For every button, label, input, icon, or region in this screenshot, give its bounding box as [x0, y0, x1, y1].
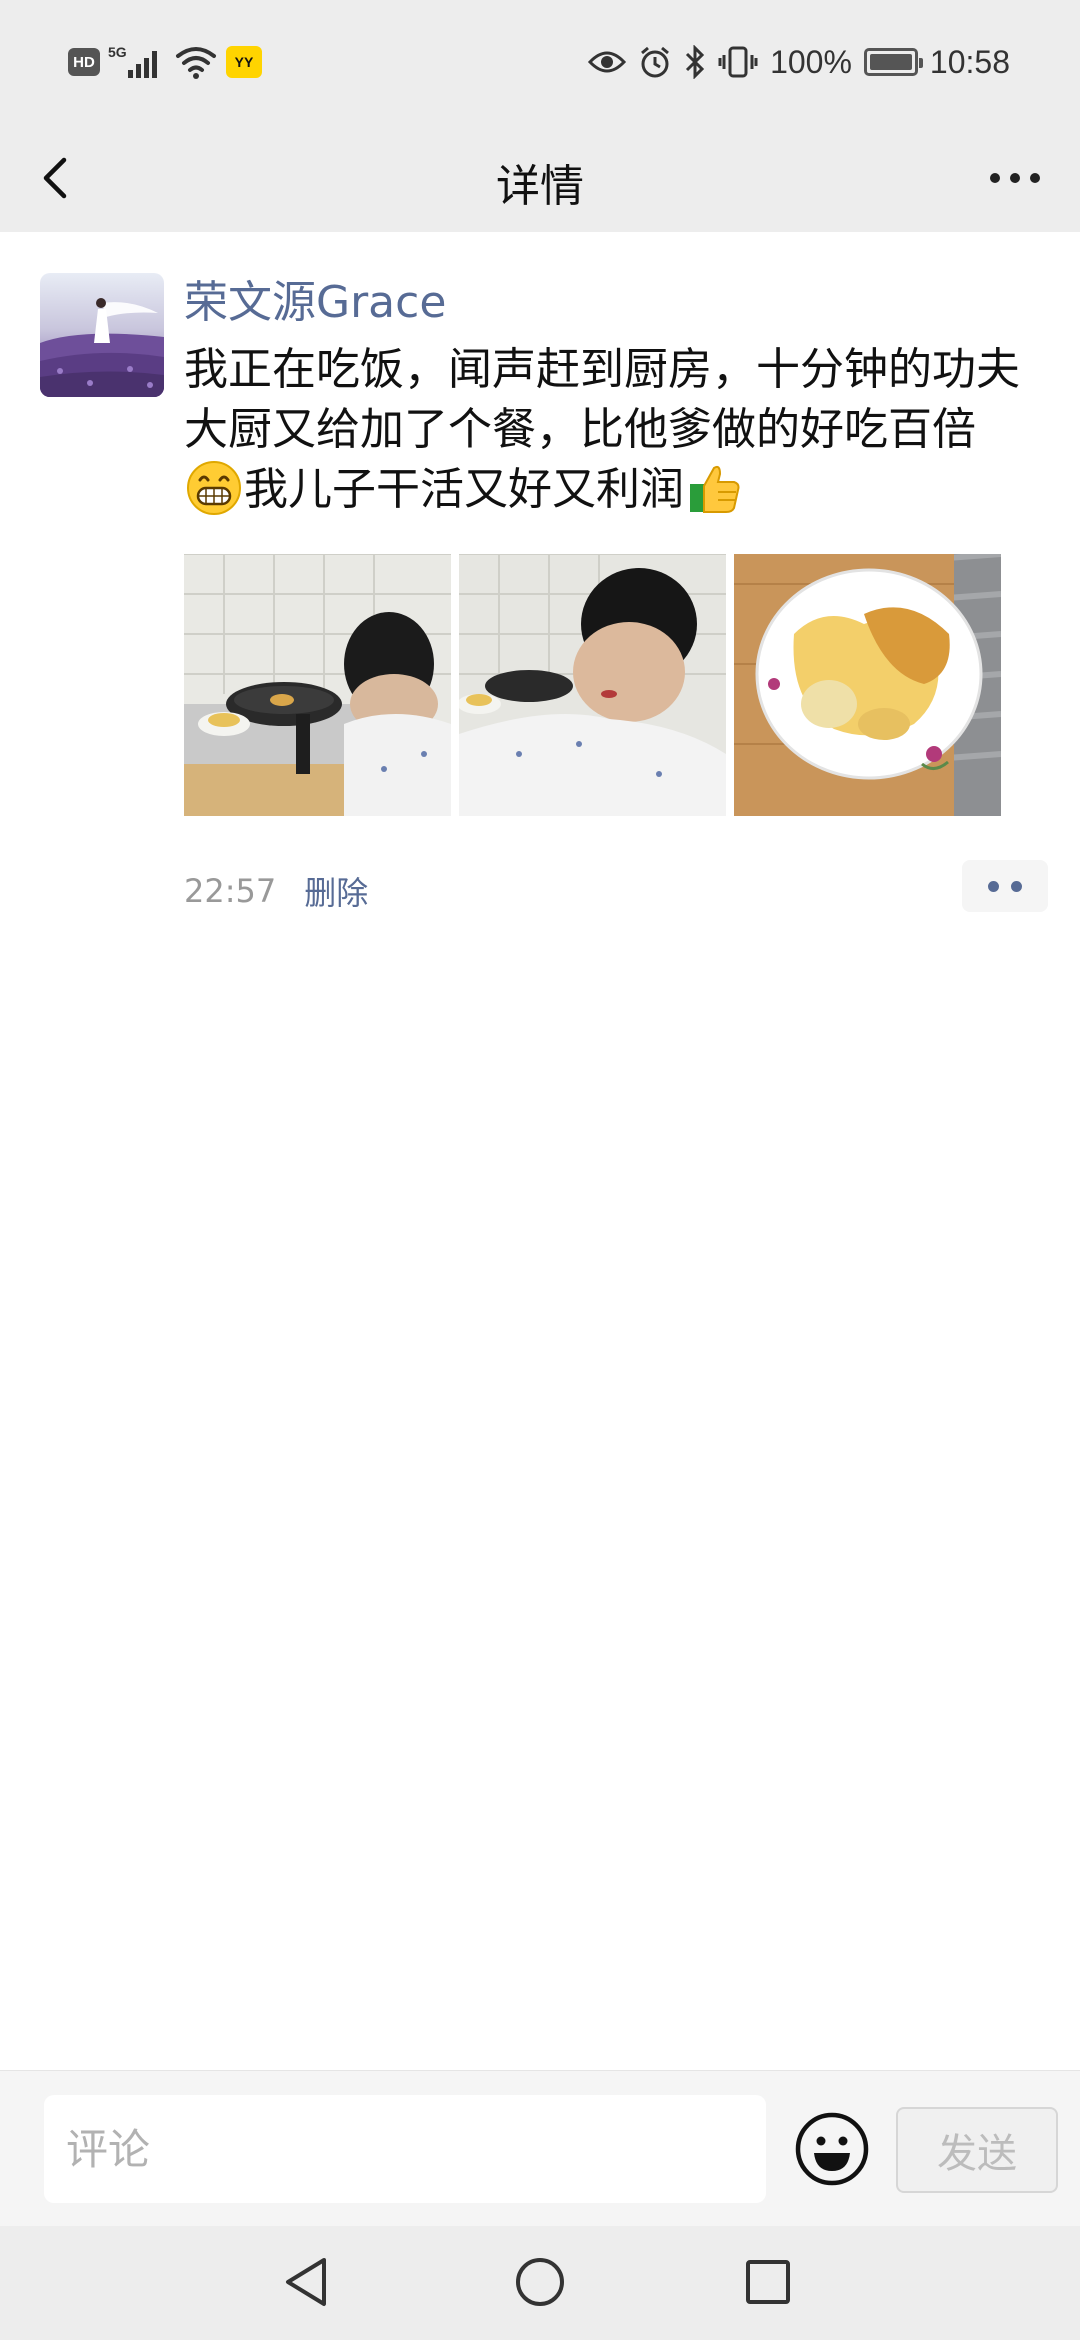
post-image-3[interactable]: [734, 554, 1001, 816]
author-name[interactable]: 荣文源Grace: [184, 270, 1040, 336]
yy-app-icon: YY: [226, 46, 262, 78]
nav-back-button[interactable]: [278, 2252, 338, 2312]
nav-recents-button[interactable]: [738, 2252, 798, 2312]
vibrate-icon: [718, 46, 758, 78]
bluetooth-icon: [686, 45, 705, 79]
battery-icon: [863, 48, 923, 76]
nav-home-icon: [516, 2258, 564, 2306]
delete-link[interactable]: 删除: [304, 868, 368, 914]
title-bar: 详情: [0, 124, 1080, 232]
post-meta: 22:57 删除: [184, 868, 368, 914]
post-image-2[interactable]: [459, 554, 726, 816]
post-text-part2: 我儿子干活又好又利润: [244, 464, 684, 515]
eye-icon: [588, 51, 627, 73]
post-text-part1: 我正在吃饭，闻声赶到厨房，十分钟的功夫大厨又给加了个餐，比他爹做的好吃百倍: [184, 344, 1020, 455]
page-title: 详情: [496, 161, 584, 212]
avatar[interactable]: [40, 273, 164, 397]
nav-home-button[interactable]: [510, 2252, 570, 2312]
post-images: [184, 554, 1001, 816]
hd-badge: HD: [68, 48, 100, 76]
nav-recents-icon: [746, 2260, 790, 2304]
nav-back-icon: [286, 2258, 326, 2306]
emoji-button[interactable]: [794, 2111, 870, 2187]
more-icon: [990, 173, 1000, 183]
comment-bar: 发送: [0, 2070, 1080, 2226]
battery-percent: 100%: [770, 43, 852, 80]
system-nav-bar: [0, 2226, 1080, 2340]
network-type-label: 5G: [108, 44, 127, 60]
comment-input[interactable]: [44, 2095, 766, 2203]
more-button[interactable]: [980, 148, 1050, 208]
thumbs-up-emoji-icon: [690, 465, 740, 513]
status-bar-right: 100% 10:58: [588, 36, 1010, 88]
post-image-1[interactable]: [184, 554, 451, 816]
status-bar: HD 5G YY 100% 10:58: [0, 0, 1080, 124]
grinning-emoji-icon: [187, 461, 241, 515]
post-text: 我正在吃饭，闻声赶到厨房，十分钟的功夫大厨又给加了个餐，比他爹做的好吃百倍 我儿…: [184, 340, 1024, 520]
clock: 10:58: [929, 43, 1010, 80]
emoji-icon: [795, 2112, 869, 2186]
alarm-icon: [641, 46, 670, 78]
wifi-icon: [176, 47, 216, 79]
like-comment-button[interactable]: [962, 860, 1048, 912]
send-button[interactable]: 发送: [896, 2107, 1058, 2193]
status-bar-left: HD 5G YY: [68, 40, 262, 84]
post-body: 荣文源Grace 我正在吃饭，闻声赶到厨房，十分钟的功夫大厨又给加了个餐，比他爹…: [184, 270, 1040, 520]
post-timestamp: 22:57: [184, 872, 277, 910]
more-dots-icon: [988, 880, 999, 892]
cellular-signal-icon: 5G: [108, 44, 166, 80]
